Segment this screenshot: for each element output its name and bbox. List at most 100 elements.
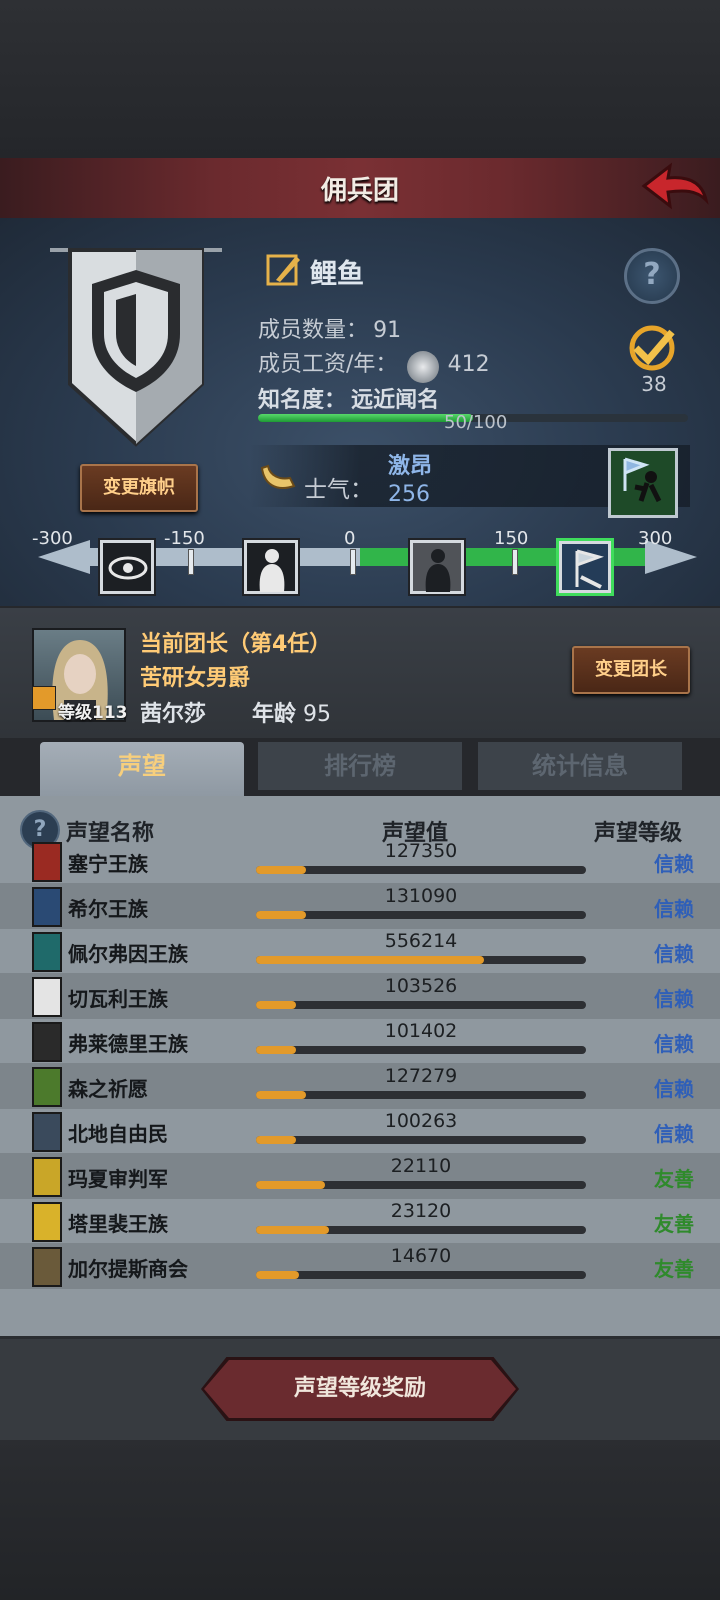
morale-tier-calm[interactable] (408, 538, 466, 596)
reputation-bar-track (256, 1046, 586, 1054)
page-title: 佣兵团 (320, 176, 399, 206)
tick-label: 150 (494, 528, 529, 549)
reputation-level: 友善 (654, 1212, 694, 1236)
reputation-row[interactable]: 加尔提斯商会 14670 友善 (0, 1243, 720, 1289)
tab-ranking[interactable]: 排行榜 (258, 742, 462, 790)
morale-tier-charge[interactable] (556, 538, 614, 596)
reputation-bar-track (256, 1001, 586, 1009)
morale-tier-unrest[interactable] (98, 538, 156, 596)
salary-value: 412 (447, 352, 490, 377)
salary-row: 成员工资/年： 412 (258, 346, 490, 383)
reputation-value: 127279 (384, 1065, 458, 1087)
change-commander-button[interactable]: 变更团长 (572, 646, 690, 694)
faction-name: 加尔提斯商会 (68, 1257, 188, 1281)
horn-icon (258, 462, 298, 496)
reputation-value: 556214 (384, 930, 458, 952)
morale-label: 士气： (304, 477, 373, 503)
reputation-row[interactable]: 佩尔弗因王族 556214 信赖 (0, 928, 720, 974)
tick-label: -150 (164, 528, 205, 549)
faction-crest-icon (32, 842, 62, 882)
reputation-row[interactable]: 弗莱德里王族 101402 信赖 (0, 1018, 720, 1064)
reputation-row[interactable]: 切瓦利王族 103526 信赖 (0, 973, 720, 1019)
change-banner-button[interactable]: 变更旗帜 (80, 464, 198, 512)
bottom-background (0, 1440, 720, 1600)
reputation-value: 14670 (390, 1245, 452, 1267)
medal-check-icon[interactable] (622, 322, 682, 374)
calm-figure-icon (425, 549, 451, 592)
faction-name: 塞宁王族 (68, 852, 148, 876)
faction-name: 希尔王族 (68, 897, 148, 921)
back-arrow-icon (641, 162, 709, 210)
morale-tier-despair[interactable] (242, 538, 300, 596)
reputation-row[interactable]: 塞宁王族 127350 信赖 (0, 838, 720, 884)
reputation-level: 友善 (654, 1257, 694, 1281)
faction-name: 弗莱德里王族 (68, 1032, 188, 1056)
reputation-reward-button[interactable]: 声望等级奖励 (201, 1357, 519, 1421)
commander-name: 茜尔莎 (140, 702, 207, 727)
faction-crest-icon (32, 1022, 62, 1062)
faction-crest-icon (32, 1067, 62, 1107)
reputation-row[interactable]: 北地自由民 100263 信赖 (0, 1108, 720, 1154)
reputation-bar-fill (256, 1136, 296, 1144)
commander-trait: 苦研女男爵 (140, 666, 251, 691)
age-value: 95 (303, 702, 332, 727)
reputation-bar-fill (256, 1181, 325, 1189)
members-label: 成员数量： (258, 318, 369, 343)
reputation-value: 100263 (384, 1110, 458, 1132)
faction-crest-icon (32, 932, 62, 972)
faction-crest-icon (32, 1247, 62, 1287)
tick-label: -300 (32, 528, 73, 549)
reputation-value: 101402 (384, 1020, 458, 1042)
level-star-icon (32, 686, 56, 710)
reputation-bar-fill (256, 866, 306, 874)
medal-count: 38 (641, 372, 667, 396)
scale-tick (512, 549, 518, 575)
fame-row: 知名度： 远近闻名 (258, 382, 439, 414)
tab-reputation[interactable]: 声望 (40, 742, 244, 798)
faction-name: 玛夏审判军 (68, 1167, 168, 1191)
reputation-level: 信赖 (654, 897, 694, 921)
reputation-row[interactable]: 希尔王族 131090 信赖 (0, 883, 720, 929)
faction-name: 森之祈愿 (68, 1077, 148, 1101)
charge-banner-icon (575, 549, 604, 589)
tick-label: 300 (638, 528, 673, 549)
salary-label: 成员工资/年： (258, 352, 398, 377)
faction-crest-icon (32, 1112, 62, 1152)
faction-crest-icon (32, 1202, 62, 1242)
faction-crest-icon (32, 887, 62, 927)
reputation-value: 127350 (384, 840, 458, 862)
reputation-bar-fill (256, 1001, 296, 1009)
morale-charge-icon[interactable] (608, 448, 678, 518)
commander-age: 年龄 95 (252, 696, 331, 728)
reputation-bar-fill (256, 1226, 329, 1234)
faction-name: 佩尔弗因王族 (68, 942, 188, 966)
reputation-row[interactable]: 森之祈愿 127279 信赖 (0, 1063, 720, 1109)
quill-edit-icon[interactable] (266, 252, 302, 288)
reputation-value: 22110 (390, 1155, 452, 1177)
morale-state: 激昂 (388, 454, 433, 479)
unrest-eye-icon (108, 556, 148, 580)
reputation-level: 信赖 (654, 987, 694, 1011)
age-label: 年龄 (252, 702, 297, 727)
reputation-bar-fill (256, 1091, 306, 1099)
guild-banner (48, 244, 224, 454)
title-bar: 佣兵团 (0, 158, 720, 221)
reputation-level: 信赖 (654, 852, 694, 876)
tab-statistics[interactable]: 统计信息 (478, 742, 682, 790)
reputation-bar-track (256, 1271, 586, 1279)
reputation-row[interactable]: 玛夏审判军 22110 友善 (0, 1153, 720, 1199)
scale-tick (350, 549, 356, 575)
faction-crest-icon (32, 1157, 62, 1197)
back-button[interactable] (640, 160, 710, 212)
tick-label: 0 (344, 528, 356, 549)
reputation-bar-fill (256, 911, 306, 919)
fame-label: 知名度： (258, 388, 347, 413)
commander-title: 当前团长（第4任） (140, 632, 332, 657)
faction-crest-icon (32, 977, 62, 1017)
help-button[interactable]: ? (624, 248, 680, 304)
members-row: 成员数量： 91 (258, 312, 401, 344)
reputation-level: 信赖 (654, 1032, 694, 1056)
faction-name: 塔里裴王族 (68, 1212, 168, 1236)
reputation-level: 信赖 (654, 942, 694, 966)
reputation-row[interactable]: 塔里裴王族 23120 友善 (0, 1198, 720, 1244)
